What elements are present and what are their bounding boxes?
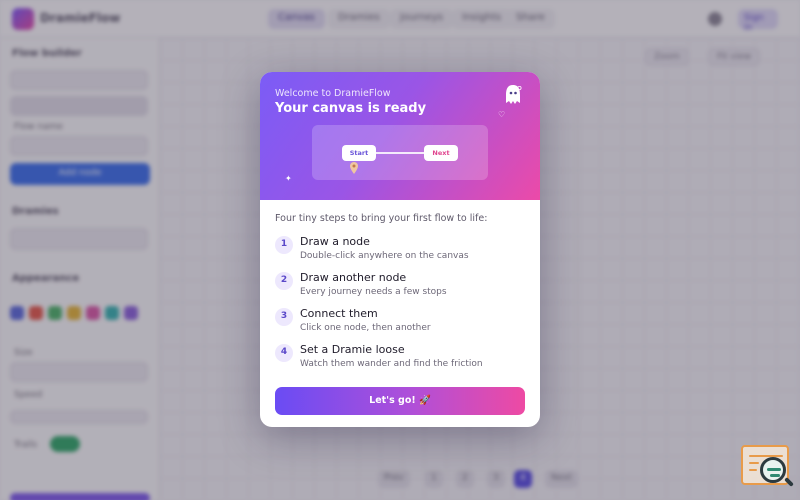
step-subtitle: Double-click anywhere on the canvas <box>300 251 469 261</box>
flow-preview: Start Next <box>312 125 488 180</box>
preview-node-next: Next <box>424 145 458 161</box>
step-subtitle: Watch them wander and find the friction <box>300 359 483 369</box>
modal-intro: Four tiny steps to bring your first flow… <box>275 213 488 224</box>
step-number: 2 <box>275 272 293 290</box>
step-item: 3 Connect them Click one node, then anot… <box>275 307 530 339</box>
step-number: 3 <box>275 308 293 326</box>
step-title: Set a Dramie loose <box>300 343 405 356</box>
step-subtitle: Click one node, then another <box>300 323 431 333</box>
modal-title: Your canvas is ready <box>275 101 427 116</box>
welcome-modal: Welcome to DramieFlow Your canvas is rea… <box>260 72 540 427</box>
step-title: Draw another node <box>300 271 407 284</box>
step-item: 1 Draw a node Double-click anywhere on t… <box>275 235 530 267</box>
preview-connector <box>376 152 424 154</box>
step-title: Draw a node <box>300 235 370 248</box>
ghost-icon <box>506 85 522 104</box>
step-item: 2 Draw another node Every journey needs … <box>275 271 530 303</box>
step-subtitle: Every journey needs a few stops <box>300 287 447 297</box>
search-document-icon[interactable] <box>741 445 791 487</box>
lets-go-button[interactable]: Let's go! 🚀 <box>275 387 525 415</box>
modal-hero: Welcome to DramieFlow Your canvas is rea… <box>260 72 540 200</box>
step-number: 1 <box>275 236 293 254</box>
preview-node-start: Start <box>342 145 376 161</box>
sparkle-icon: ✦ <box>285 174 292 183</box>
modal-kicker: Welcome to DramieFlow <box>275 88 391 99</box>
step-number: 4 <box>275 344 293 362</box>
step-item: 4 Set a Dramie loose Watch them wander a… <box>275 343 530 375</box>
heart-icon: ♡ <box>498 110 506 119</box>
step-title: Connect them <box>300 307 378 320</box>
pin-icon <box>350 162 358 174</box>
